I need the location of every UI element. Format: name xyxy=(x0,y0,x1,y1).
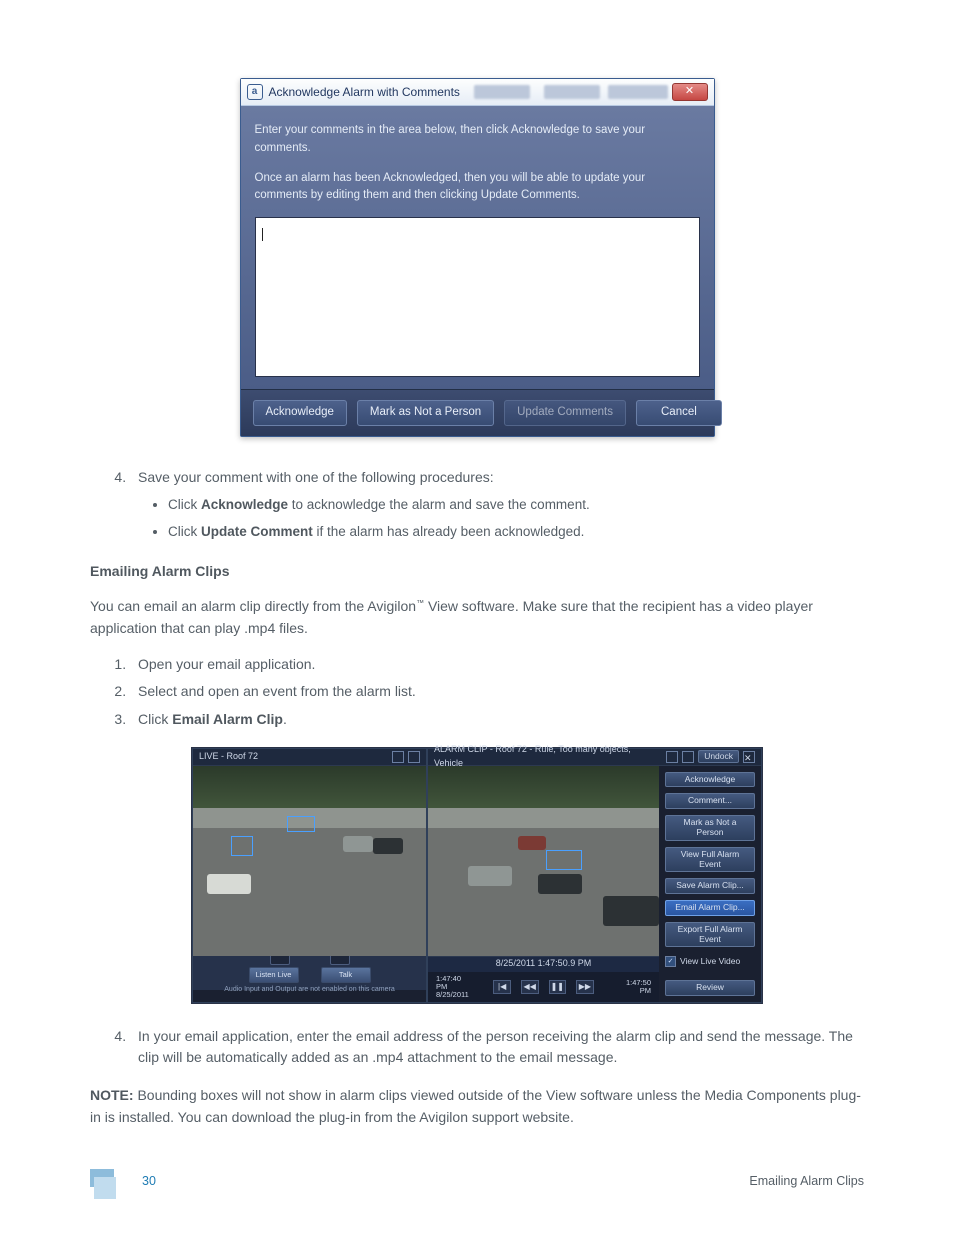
heading-emailing-alarm-clips: Emailing Alarm Clips xyxy=(90,561,864,583)
email-step-2: Select and open an event from the alarm … xyxy=(130,681,864,703)
skip-start-icon[interactable]: |◀ xyxy=(493,980,511,994)
talk-button[interactable]: Talk xyxy=(321,967,371,983)
dialog-instruction-1: Enter your comments in the area below, t… xyxy=(255,122,700,158)
audio-bar: Listen Live Talk Audio Input and Output … xyxy=(193,956,426,990)
dialog-titlebar: a Acknowledge Alarm with Comments ✕ xyxy=(241,79,714,106)
expand-icon[interactable] xyxy=(408,751,420,763)
side-acknowledge-button[interactable]: Acknowledge xyxy=(665,772,755,788)
undock-button[interactable]: Undock xyxy=(698,750,739,763)
side-comment-button[interactable]: Comment... xyxy=(665,793,755,809)
side-review-button[interactable]: Review xyxy=(665,980,755,996)
bullet-acknowledge: Click Acknowledge to acknowledge the ala… xyxy=(168,495,864,516)
listen-live-button[interactable]: Listen Live xyxy=(249,967,299,983)
cancel-button[interactable]: Cancel xyxy=(636,400,722,426)
document-body: Save your comment with one of the follow… xyxy=(90,467,864,1128)
rewind-icon[interactable]: ◀◀ xyxy=(521,980,539,994)
dialog-footer: Acknowledge Mark as Not a Person Update … xyxy=(241,389,714,436)
expand-icon[interactable] xyxy=(682,751,694,763)
footer-section-title: Emailing Alarm Clips xyxy=(749,1172,864,1191)
email-step-4: In your email application, enter the ema… xyxy=(130,1026,864,1069)
video-view-screenshot: LIVE - Roof 72 xyxy=(191,747,763,1004)
email-step-1: Open your email application. xyxy=(130,654,864,676)
page-number: 30 xyxy=(142,1172,156,1191)
live-pane-title: LIVE - Roof 72 xyxy=(199,750,258,764)
pause-icon[interactable]: ❚❚ xyxy=(549,980,567,994)
side-email-clip-button[interactable]: Email Alarm Clip... xyxy=(665,900,755,916)
app-icon: a xyxy=(247,84,263,100)
comments-textarea[interactable] xyxy=(255,217,700,377)
dialog-title: Acknowledge Alarm with Comments xyxy=(269,83,460,102)
close-pane-icon[interactable]: ✕ xyxy=(743,751,755,763)
grid-icon[interactable] xyxy=(666,751,678,763)
step-4: Save your comment with one of the follow… xyxy=(130,467,864,543)
forward-icon[interactable]: ▶▶ xyxy=(576,980,594,994)
email-step-3: Click Email Alarm Clip. xyxy=(130,709,864,731)
side-view-full-event-button[interactable]: View Full Alarm Event xyxy=(665,847,755,873)
emailing-intro-paragraph: You can email an alarm clip directly fro… xyxy=(90,596,864,639)
timestamp-bar: 8/25/2011 1:47:50.9 PM xyxy=(428,956,659,972)
dialog-body: Enter your comments in the area below, t… xyxy=(241,106,714,389)
clip-feed xyxy=(428,766,659,956)
bullet-update: Click Update Comment if the alarm has al… xyxy=(168,522,864,543)
dialog-instruction-2: Once an alarm has been Acknowledged, the… xyxy=(255,170,700,206)
side-not-person-button[interactable]: Mark as Not a Person xyxy=(665,815,755,841)
ack-dialog-screenshot: a Acknowledge Alarm with Comments ✕ Ente… xyxy=(240,78,715,437)
mark-not-person-button[interactable]: Mark as Not a Person xyxy=(357,400,494,426)
page-footer: 30 Emailing Alarm Clips xyxy=(90,1169,864,1195)
acknowledge-button[interactable]: Acknowledge xyxy=(253,400,347,426)
live-feed xyxy=(193,766,426,956)
clip-side-actions: Acknowledge Comment... Mark as Not a Per… xyxy=(659,766,761,1002)
update-comments-button[interactable]: Update Comments xyxy=(504,400,626,426)
playback-bar: 1:47:40 PM8/25/2011 |◀ ◀◀ ❚❚ ▶▶ 1:47:50 … xyxy=(428,972,659,1002)
close-icon[interactable]: ✕ xyxy=(672,83,708,101)
view-live-video-checkbox[interactable]: ✓View Live Video xyxy=(665,955,755,968)
audio-disabled-note: Audio Input and Output are not enabled o… xyxy=(224,985,394,996)
side-export-full-event-button[interactable]: Export Full Alarm Event xyxy=(665,922,755,948)
grid-icon[interactable] xyxy=(392,751,404,763)
note-paragraph: NOTE: Bounding boxes will not show in al… xyxy=(90,1085,864,1128)
side-save-clip-button[interactable]: Save Alarm Clip... xyxy=(665,878,755,894)
